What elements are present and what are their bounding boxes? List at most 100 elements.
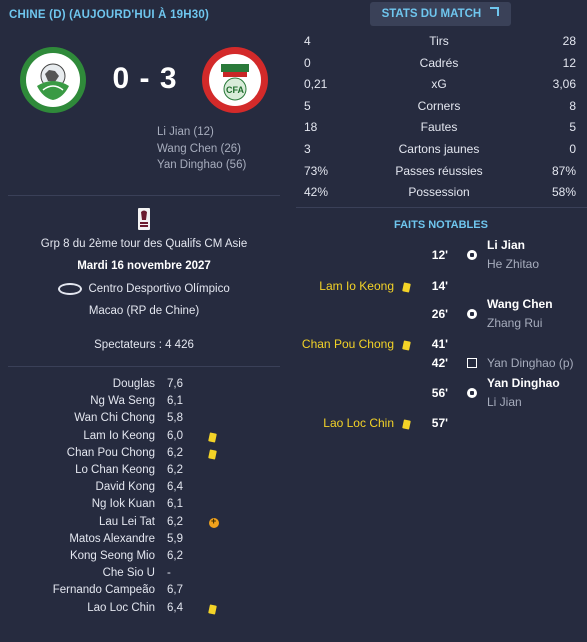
away-crest: CFA bbox=[201, 46, 269, 117]
event-player[interactable]: Lao Loc Chin bbox=[323, 416, 394, 430]
player-name: David Kong bbox=[95, 481, 155, 494]
stat-home-value: 3 bbox=[304, 142, 311, 156]
penalty-icon bbox=[467, 358, 477, 368]
stat-row: 5 Corners 8 bbox=[304, 99, 576, 120]
event-minute: 42' bbox=[431, 356, 448, 370]
stat-away-value: 0 bbox=[569, 142, 576, 156]
city: Macao (RP de Chine) bbox=[88, 305, 200, 317]
stat-row: 4 Tirs 28 bbox=[304, 34, 576, 55]
event-minute: 41' bbox=[431, 337, 448, 351]
event-player[interactable]: Chan Pou Chong bbox=[302, 337, 394, 351]
player-name: Lo Chan Keong bbox=[75, 464, 155, 476]
player-rating-row[interactable]: Lao Loc Chin 6,4 bbox=[0, 602, 230, 619]
event-assist[interactable]: Yan Dinghao (p) bbox=[487, 356, 574, 370]
stat-away-value: 5 bbox=[569, 120, 576, 135]
player-rating-row[interactable]: Lo Chan Keong 6,2 bbox=[0, 464, 230, 481]
away-crest-text: CFA bbox=[226, 85, 245, 95]
stadium-icon bbox=[58, 283, 83, 295]
yellow-card-icon bbox=[208, 448, 217, 462]
player-rating-row[interactable]: David Kong 6,4 bbox=[0, 481, 230, 498]
match-score: 0 - 3 bbox=[112, 62, 178, 95]
away-crest-logo: CFA bbox=[202, 47, 268, 113]
world-cup-icon bbox=[137, 208, 151, 233]
divider bbox=[8, 366, 280, 367]
player-rating-row[interactable]: Wan Chi Chong 5,8 bbox=[0, 412, 230, 429]
player-rating-row[interactable]: Ng Wa Seng 6,1 bbox=[0, 395, 230, 412]
yellow-card-icon bbox=[402, 281, 411, 295]
substitution-icon bbox=[209, 516, 219, 531]
player-rating-row[interactable]: Che Sio U- bbox=[0, 567, 230, 584]
stat-row: 3 Cartons jaunes 0 bbox=[304, 142, 576, 163]
player-rating: 6,4 bbox=[167, 601, 183, 614]
player-rating-row[interactable]: Chan Pou Chong 6,2 bbox=[0, 447, 230, 464]
stat-away-value: 8 bbox=[569, 98, 576, 113]
match-stats-button[interactable]: STATS DU MATCH bbox=[370, 2, 511, 26]
player-rating: 5,9 bbox=[167, 532, 183, 545]
event-assist[interactable]: Zhang Rui bbox=[487, 316, 542, 330]
stat-away-value: 87% bbox=[551, 163, 576, 178]
match-title: CHINE (D) (AUJOURD'HUI À 19H30) bbox=[9, 9, 209, 21]
stat-away-value: 12 bbox=[562, 55, 576, 70]
player-rating-row[interactable]: Lam Io Keong 6,0 bbox=[0, 430, 230, 447]
event-minute: 56' bbox=[431, 386, 448, 400]
player-name: Ng Iok Kuan bbox=[91, 498, 155, 511]
player-rating: 6,2 bbox=[167, 446, 183, 459]
stat-label: xG bbox=[431, 77, 447, 92]
player-rating-row[interactable]: Ng Iok Kuan 6,1 bbox=[0, 498, 230, 515]
player-rating-row[interactable]: Douglas 7,6 bbox=[0, 378, 230, 395]
stat-label: Cadrés bbox=[419, 55, 459, 70]
stadium-line: Centro Desportivo Olímpico bbox=[8, 283, 280, 295]
event-minute: 12' bbox=[431, 248, 448, 262]
player-rating: 6,7 bbox=[167, 584, 183, 597]
player-rating: - bbox=[167, 567, 171, 580]
stat-row: 0 Cadrés 12 bbox=[304, 56, 576, 77]
player-rating: 6,1 bbox=[167, 395, 183, 408]
competition-name: Grp 8 du 2ème tour des Qualifs CM Asie bbox=[40, 238, 248, 250]
yellow-card-icon bbox=[402, 418, 411, 432]
event-minute: 57' bbox=[431, 416, 448, 430]
stat-home-value: 5 bbox=[304, 98, 311, 113]
player-rating: 6,2 bbox=[167, 515, 183, 528]
stat-row: 42% Possession 58% bbox=[304, 185, 576, 206]
stat-home-value: 18 bbox=[304, 120, 318, 135]
player-name: Ng Wa Seng bbox=[90, 395, 155, 408]
goal-ball-icon bbox=[467, 388, 477, 398]
stat-row: 18 Fautes 5 bbox=[304, 120, 576, 141]
player-name: Che Sio U bbox=[102, 567, 155, 580]
stat-home-value: 73% bbox=[304, 163, 329, 178]
attendance: Spectateurs : 4 426 bbox=[94, 339, 194, 351]
player-rating-row[interactable]: Matos Alexandre 5,9 bbox=[0, 533, 230, 550]
player-name: Lau Lei Tat bbox=[98, 515, 155, 528]
player-rating: 5,8 bbox=[167, 412, 183, 425]
stat-label: Passes réussies bbox=[395, 163, 483, 178]
yellow-card-icon bbox=[208, 603, 217, 617]
scorer: Wang Chen (26) bbox=[157, 142, 241, 155]
stat-label: Cartons jaunes bbox=[398, 142, 480, 156]
match-date: Mardi 16 novembre 2027 bbox=[77, 260, 211, 272]
player-rating-row[interactable]: Kong Seong Mio 6,2 bbox=[0, 550, 230, 567]
event-player[interactable]: Li Jian bbox=[487, 238, 525, 252]
player-name: Lam Io Keong bbox=[83, 429, 155, 442]
player-rating-row[interactable]: Lau Lei Tat 6,2 bbox=[0, 516, 230, 533]
event-assist[interactable]: Li Jian bbox=[487, 395, 522, 409]
home-crest-logo bbox=[20, 47, 86, 113]
stat-home-value: 42% bbox=[304, 185, 329, 200]
event-player[interactable]: Yan Dinghao bbox=[487, 376, 560, 390]
scorers-list: Li Jian (12) Wang Chen (26) Yan Dinghao … bbox=[157, 124, 246, 174]
event-minute: 14' bbox=[431, 279, 448, 293]
divider bbox=[296, 207, 587, 208]
player-rating: 6,1 bbox=[167, 498, 183, 511]
player-rating: 7,6 bbox=[167, 378, 183, 390]
event-assist[interactable]: He Zhitao bbox=[487, 257, 539, 271]
stat-home-value: 0 bbox=[304, 55, 311, 70]
stat-home-value: 4 bbox=[304, 34, 311, 48]
event-player[interactable]: Lam Io Keong bbox=[319, 279, 394, 293]
player-name: Fernando Campeão bbox=[52, 584, 155, 597]
stat-row: 73% Passes réussies 87% bbox=[304, 164, 576, 185]
player-rating-row[interactable]: Fernando Campeão 6,7 bbox=[0, 584, 230, 601]
stat-row: 0,21 xG 3,06 bbox=[304, 77, 576, 98]
stadium-name: Centro Desportivo Olímpico bbox=[88, 283, 230, 296]
player-name: Douglas bbox=[112, 378, 155, 390]
event-player[interactable]: Wang Chen bbox=[487, 297, 553, 311]
stat-away-value: 28 bbox=[562, 34, 576, 48]
